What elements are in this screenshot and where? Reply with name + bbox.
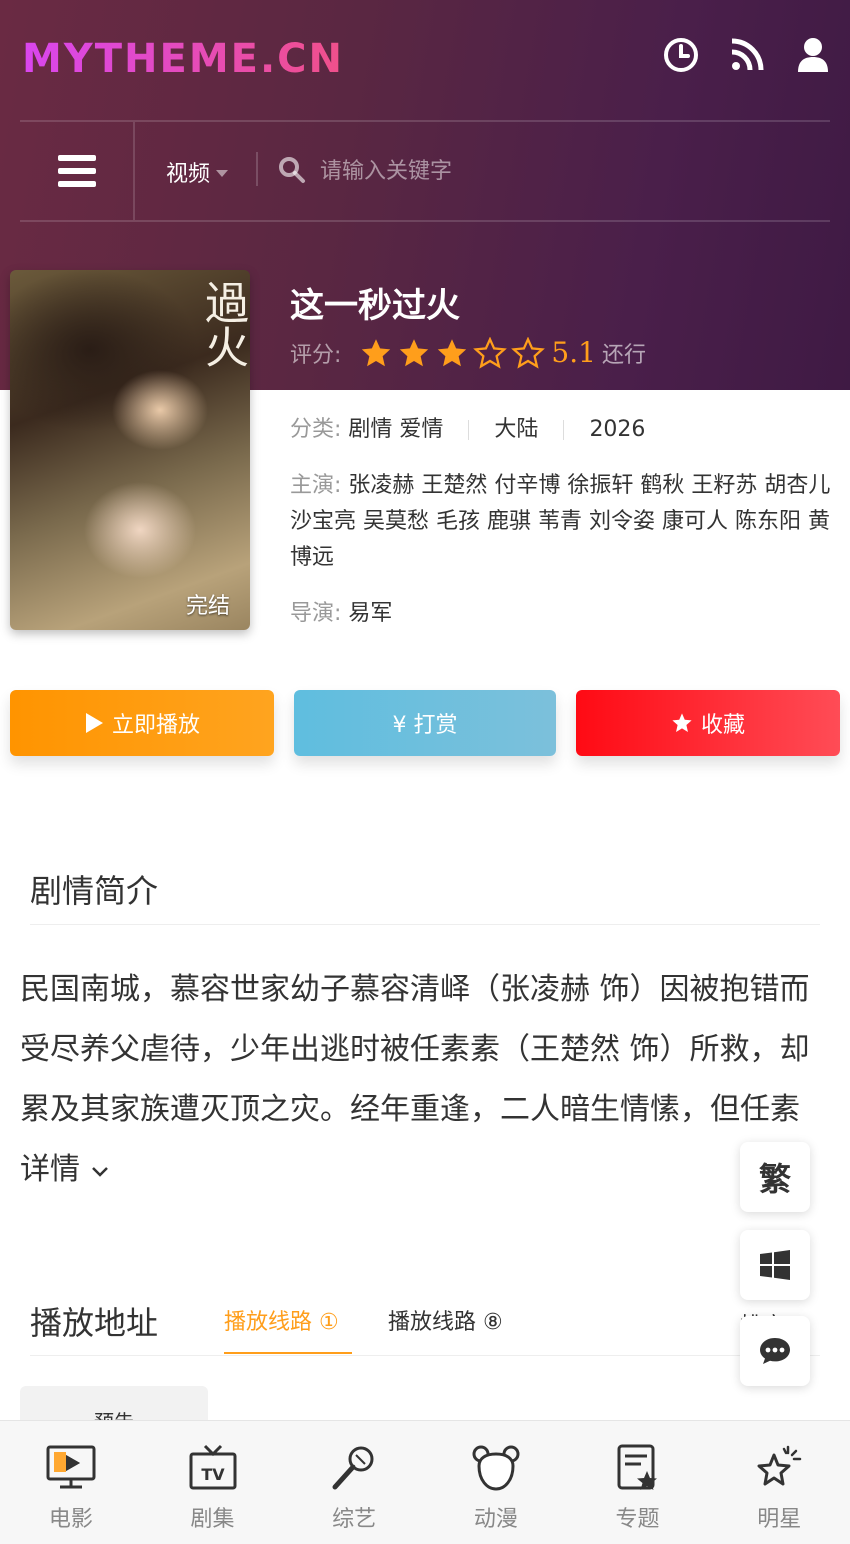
bottom-nav-label: 电影 <box>48 1507 93 1532</box>
star-filled-icon <box>438 338 467 366</box>
cast-label: 主演: <box>290 473 342 498</box>
bottom-nav-item-variety[interactable]: 综艺 <box>283 1421 425 1544</box>
category-label: 视频 <box>166 162 211 187</box>
play-icon <box>85 713 103 733</box>
search-icon[interactable] <box>278 156 306 188</box>
status-badge: 完结 <box>185 594 230 619</box>
rating-stars <box>359 336 546 369</box>
year[interactable]: 2026 <box>589 417 645 442</box>
bottom-nav: 电影 TV 剧集 综艺 动漫 专题 明星 <box>0 1420 850 1544</box>
rating-row: 评分: 5.1 还行 <box>290 336 646 369</box>
bottom-nav-item-series[interactable]: TV 剧集 <box>142 1421 284 1544</box>
bottom-nav-item-star[interactable]: 明星 <box>708 1421 850 1544</box>
bottom-nav-label: 剧集 <box>190 1507 235 1532</box>
reward-button[interactable]: ¥ 打赏 <box>294 690 556 756</box>
tab-line-1[interactable]: 播放线路 ① <box>224 1304 339 1336</box>
more-label: 详情 <box>20 1152 80 1187</box>
star-filled-icon <box>362 338 391 366</box>
play-label: 立即播放 <box>111 713 200 738</box>
section-divider <box>30 924 820 925</box>
chevron-down-icon <box>91 1167 108 1177</box>
rating-label: 评分: <box>290 342 342 368</box>
genres[interactable]: 剧情 爱情 <box>348 417 443 442</box>
site-logo[interactable]: MYTHEME.CN <box>22 36 344 82</box>
poster-image[interactable]: 過火 完结 <box>10 270 250 630</box>
topic-icon <box>611 1441 665 1495</box>
reward-label: ¥ 打赏 <box>392 713 458 738</box>
rating-score: 5.1 <box>551 336 596 369</box>
star-empty-icon <box>511 336 546 369</box>
chat-button[interactable] <box>740 1316 810 1386</box>
section-divider <box>30 1355 820 1356</box>
top-bar: MYTHEME.CN <box>0 0 850 120</box>
favorite-button[interactable]: 收藏 <box>576 690 840 756</box>
bottom-nav-label: 专题 <box>615 1507 660 1532</box>
pipe-separator <box>563 420 565 440</box>
synopsis-text: 民国南城，慕容世家幼子慕容清峄（张凌赫 饰）因被抱错而受尽养父虐待，少年出逃时被… <box>20 960 836 1200</box>
region[interactable]: 大陆 <box>494 417 538 442</box>
chat-icon <box>760 1338 790 1364</box>
favorite-label: 收藏 <box>700 713 745 738</box>
menu-button[interactable] <box>58 155 96 187</box>
star-icon <box>672 713 692 732</box>
cast-row: 主演: 张凌赫 王楚然 付辛博 徐振轩 鹤秋 王籽苏 胡杏儿 沙宝亮 吴莫愁 毛… <box>290 468 842 576</box>
poster-calligraphy: 過火 <box>197 280 248 368</box>
divider-line <box>20 220 830 222</box>
cast-list[interactable]: 张凌赫 王楚然 付辛博 徐振轩 鹤秋 王籽苏 胡杏儿 沙宝亮 吴莫愁 毛孩 鹿骐… <box>290 473 830 570</box>
search-input[interactable] <box>320 150 800 192</box>
bottom-nav-label: 综艺 <box>332 1507 377 1532</box>
tab-line-8[interactable]: 播放线路 ⑧ <box>388 1304 503 1336</box>
bottom-nav-item-movie[interactable]: 电影 <box>0 1421 142 1544</box>
nav-row: 视频 <box>0 122 850 220</box>
top-icons <box>662 36 832 74</box>
bottom-nav-label: 明星 <box>757 1507 802 1532</box>
history-icon[interactable] <box>662 36 700 74</box>
synopsis-more-link[interactable]: 详情 <box>20 1152 110 1187</box>
star-icon <box>752 1441 806 1495</box>
chevron-down-icon <box>216 169 229 177</box>
bottom-nav-item-anime[interactable]: 动漫 <box>425 1421 567 1544</box>
pipe-separator <box>468 420 470 440</box>
type-row: 分类: 剧情 爱情 大陆 2026 <box>290 412 645 448</box>
star-filled-icon <box>400 338 429 366</box>
director-row: 导演: 易军 <box>290 596 392 632</box>
synopsis-title: 剧情简介 <box>30 872 159 910</box>
active-tab-underline <box>224 1352 352 1354</box>
svg-text:TV: TV <box>201 1465 225 1484</box>
category-select[interactable]: 视频 <box>166 156 229 188</box>
play-button[interactable]: 立即播放 <box>10 690 274 756</box>
director-name[interactable]: 易军 <box>348 601 392 626</box>
movie-icon <box>44 1441 98 1495</box>
video-title: 这一秒过火 <box>290 286 460 326</box>
windows-icon <box>760 1250 790 1280</box>
type-label: 分类: <box>290 417 342 442</box>
nav-separator <box>133 122 135 220</box>
windows-button[interactable] <box>740 1230 810 1300</box>
play-section-title: 播放地址 <box>30 1304 159 1342</box>
tv-icon: TV <box>186 1441 240 1495</box>
rss-icon[interactable] <box>728 36 766 74</box>
director-label: 导演: <box>290 601 342 626</box>
rating-text: 还行 <box>601 342 646 368</box>
bottom-nav-label: 动漫 <box>473 1507 518 1532</box>
bottom-nav-item-topic[interactable]: 专题 <box>567 1421 709 1544</box>
search-separator <box>256 152 258 186</box>
microphone-icon <box>327 1441 381 1495</box>
traditional-chinese-button[interactable]: 繁 <box>740 1142 810 1212</box>
user-icon[interactable] <box>794 36 832 74</box>
star-empty-icon <box>473 336 508 369</box>
synopsis-body: 民国南城，慕容世家幼子慕容清峄（张凌赫 饰）因被抱错而受尽养父虐待，少年出逃时被… <box>20 972 810 1127</box>
anime-bear-icon <box>469 1441 523 1495</box>
